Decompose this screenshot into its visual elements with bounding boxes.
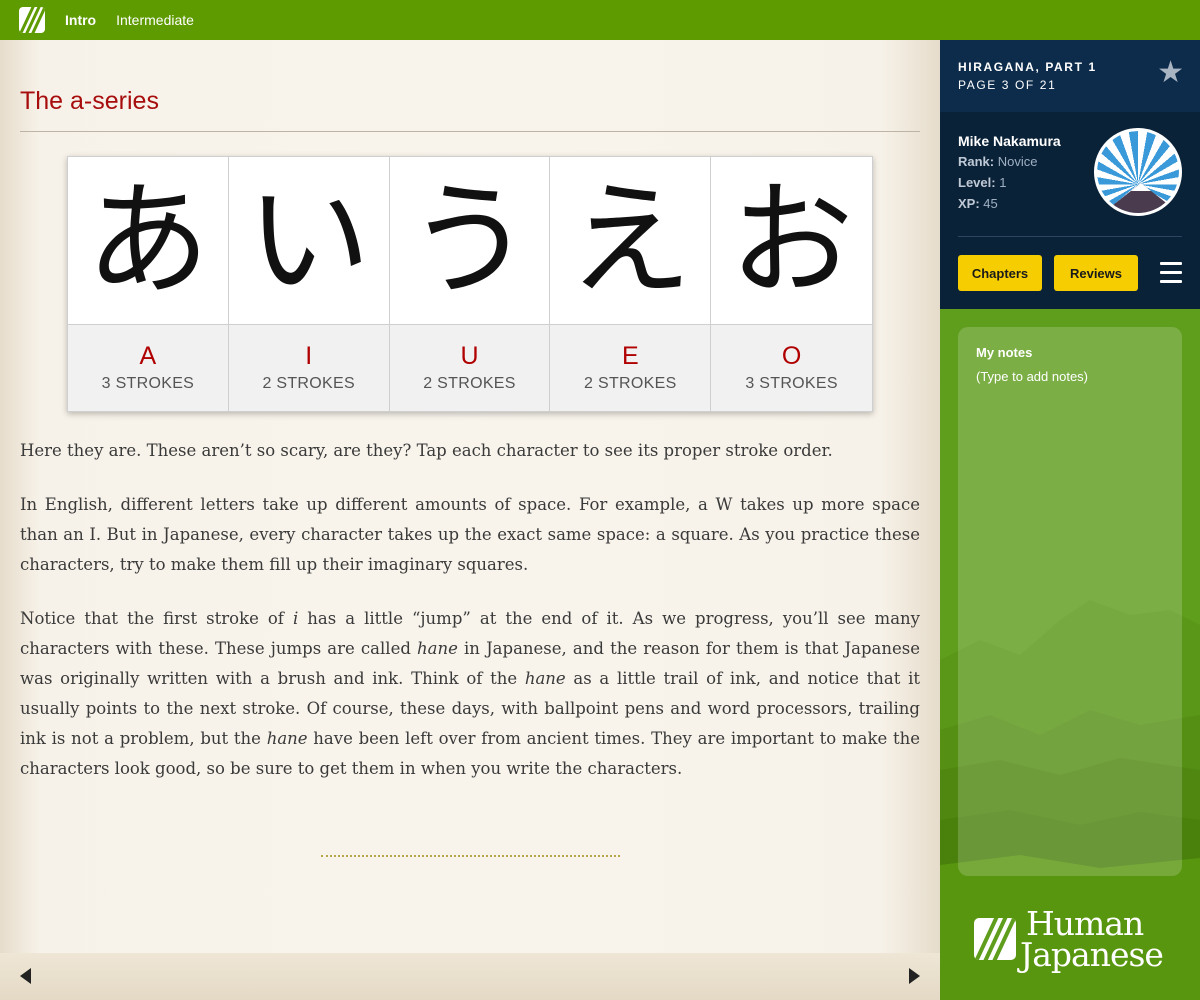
rank-label: Rank: <box>958 154 995 169</box>
kana-card-o[interactable]: お O 3 STROKES <box>711 157 872 411</box>
user-profile: Mike Nakamura Rank: Novice Level: 1 XP: … <box>940 112 1200 309</box>
kana-info: I 2 STROKES <box>228 325 389 411</box>
kana-table: あ A 3 STROKES い I 2 STROKES う U 2 STROKE… <box>67 156 873 412</box>
kana-card-e[interactable]: え E 2 STROKES <box>550 157 712 411</box>
next-page-icon[interactable] <box>909 968 920 984</box>
page-nav-bar <box>0 953 940 1000</box>
xp-value: 45 <box>983 196 998 211</box>
kana-romaji: A <box>139 342 157 370</box>
brand-line-2: Japanese <box>1020 935 1164 974</box>
notes-area[interactable]: My notes (Type to add notes) <box>958 327 1182 876</box>
kana-glyph: お <box>711 157 872 325</box>
chapter-title: HIRAGANA, PART 1 <box>958 60 1097 74</box>
paragraph-1: Here they are. These aren’t so scary, ar… <box>20 441 833 460</box>
kana-romaji: E <box>621 342 639 370</box>
xp-label: XP: <box>958 196 980 211</box>
kana-info: A 3 STROKES <box>68 325 228 411</box>
kana-strokes: 2 STROKES <box>262 375 355 392</box>
brand-mark-icon <box>974 918 1016 960</box>
kana-card-a[interactable]: あ A 3 STROKES <box>68 157 229 411</box>
kana-card-i[interactable]: い I 2 STROKES <box>228 157 390 411</box>
avatar[interactable] <box>1094 128 1182 216</box>
star-icon[interactable]: ★ <box>1157 58 1184 88</box>
nav-tab-intro[interactable]: Intro <box>65 12 96 28</box>
user-xp: XP: 45 <box>958 196 998 211</box>
level-value: 1 <box>999 175 1007 190</box>
lesson-title: The a-series <box>20 87 159 115</box>
chapter-header: HIRAGANA, PART 1 PAGE 3 OF 21 ★ <box>940 40 1200 112</box>
kana-glyph: え <box>550 157 711 325</box>
section-separator <box>321 855 620 857</box>
kana-info: O 3 STROKES <box>711 325 872 411</box>
user-level: Level: 1 <box>958 175 1006 190</box>
rank-value: Novice <box>997 154 1038 169</box>
brand-wordmark: Human Japanese <box>1020 907 1164 971</box>
avatar-image <box>1097 131 1179 213</box>
kana-romaji: U <box>460 342 479 370</box>
notes-placeholder: (Type to add notes) <box>976 369 1089 384</box>
lesson-body: Here they are. These aren’t so scary, ar… <box>20 436 920 808</box>
kana-romaji: I <box>305 342 313 370</box>
emphasis: hane <box>266 729 308 748</box>
kana-glyph: う <box>389 157 550 325</box>
kana-strokes: 3 STROKES <box>745 375 838 392</box>
previous-page-icon[interactable] <box>20 968 31 984</box>
sidebar: HIRAGANA, PART 1 PAGE 3 OF 21 ★ Mike Nak… <box>940 40 1200 1000</box>
nav-tab-intermediate[interactable]: Intermediate <box>116 12 194 28</box>
kana-strokes: 2 STROKES <box>584 375 677 392</box>
kana-romaji: O <box>781 342 802 370</box>
app-logo-icon[interactable] <box>19 7 45 33</box>
level-label: Level: <box>958 175 996 190</box>
profile-divider <box>958 236 1182 237</box>
brand-logo: Human Japanese <box>974 907 1164 971</box>
notes-title: My notes <box>976 345 1033 360</box>
text-span: Notice that the first stroke of <box>20 609 293 628</box>
top-nav-bar: Intro Intermediate <box>0 0 1200 40</box>
kana-glyph: い <box>228 157 389 325</box>
user-rank: Rank: Novice <box>958 154 1038 169</box>
emphasis: hane <box>417 639 458 658</box>
menu-icon[interactable] <box>1160 262 1182 284</box>
kana-info: E 2 STROKES <box>550 325 711 411</box>
paragraph-2: In English, different letters take up di… <box>20 495 920 574</box>
user-name: Mike Nakamura <box>958 133 1061 149</box>
reviews-button[interactable]: Reviews <box>1054 255 1138 291</box>
page-indicator: PAGE 3 OF 21 <box>958 78 1057 92</box>
kana-info: U 2 STROKES <box>389 325 550 411</box>
kana-glyph: あ <box>68 157 228 325</box>
lesson-page: The a-series あ A 3 STROKES い I 2 STROKES… <box>0 40 940 1000</box>
paragraph-3: Notice that the first stroke of i has a … <box>20 604 920 784</box>
kana-strokes: 3 STROKES <box>101 375 195 392</box>
snowcap-icon <box>1131 183 1151 191</box>
chapters-button[interactable]: Chapters <box>958 255 1042 291</box>
kana-card-u[interactable]: う U 2 STROKES <box>389 157 551 411</box>
emphasis: hane <box>524 669 566 688</box>
kana-strokes: 2 STROKES <box>423 375 516 392</box>
title-divider <box>20 131 920 132</box>
